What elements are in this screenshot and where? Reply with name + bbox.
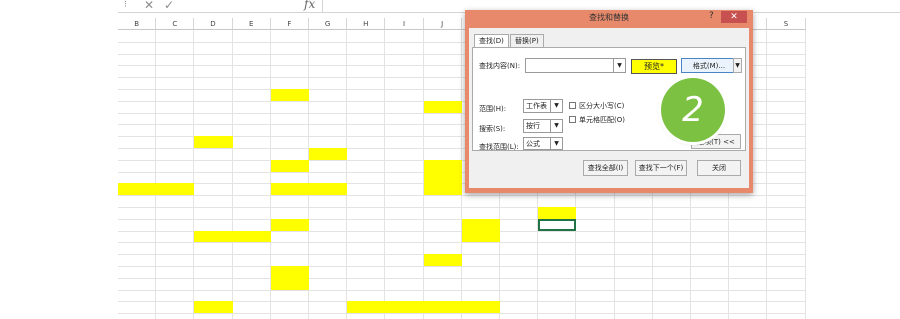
confirm-icon[interactable]: ✓ [164,0,174,12]
highlighted-cell[interactable] [423,254,462,266]
close-icon[interactable]: ✕ [721,11,747,23]
column-gridline [193,30,195,319]
find-what-label: 查找内容(N): [479,62,521,70]
row-gridline [118,289,806,291]
column-header-j[interactable]: J [423,18,462,30]
highlighted-cell[interactable] [194,301,233,314]
highlighted-cell[interactable] [538,207,577,219]
column-gridline [155,30,157,319]
tab-replace[interactable]: 替换(P) [510,34,544,47]
match-case-checkbox[interactable] [569,102,576,109]
highlighted-cell[interactable] [309,148,348,160]
column-gridline [384,30,386,319]
match-case-label: 区分大小写(C) [579,102,625,110]
scope-label: 范围(H): [479,105,507,113]
highlighted-cell[interactable] [270,89,309,101]
highlighted-cell[interactable] [270,266,309,290]
column-gridline [804,30,806,319]
column-header-e[interactable]: E [232,18,271,30]
find-what-input[interactable]: ▼ [525,58,626,73]
cancel-icon[interactable]: ✕ [144,0,154,12]
close-button[interactable]: 关闭 [697,160,741,176]
formula-bar-separator [322,0,323,12]
column-header-h[interactable]: H [347,18,386,30]
row-gridline [118,242,806,244]
highlighted-cell[interactable] [423,183,462,196]
format-dropdown-icon[interactable]: ▼ [733,58,742,73]
step-number-badge: 2 [661,78,725,142]
look-in-label: 查找范围(L): [479,143,519,151]
column-header-c[interactable]: C [156,18,195,30]
find-next-button[interactable]: 查找下一个(F) [635,160,687,176]
row-gridline [118,277,806,279]
row-gridline [118,195,806,197]
column-header-s[interactable]: S [767,18,806,30]
scope-select[interactable]: 工作表 ▼ [523,99,563,113]
format-preview: 预览* [631,59,677,74]
highlighted-cell[interactable] [270,159,309,172]
search-label: 搜索(S): [479,125,506,133]
row-gridline [118,313,806,315]
insert-function-icon[interactable]: fx [304,0,315,11]
column-gridline [231,30,233,319]
scope-value: 工作表 [526,102,547,110]
look-in-value: 公式 [526,140,540,148]
look-in-select[interactable]: 公式 ▼ [523,137,563,150]
highlighted-cell[interactable] [270,183,348,196]
column-header-b[interactable]: B [118,18,157,30]
column-gridline [766,30,768,319]
search-value: 按行 [526,122,540,130]
highlighted-cell[interactable] [194,136,233,148]
highlighted-cell[interactable] [194,230,271,243]
highlighted-cell[interactable] [347,301,500,314]
chevron-down-icon[interactable]: ▼ [550,100,562,112]
match-cell-label: 单元格匹配(O) [579,116,625,124]
format-button[interactable]: 格式(M)... [681,58,737,73]
row-gridline [118,254,806,256]
find-all-button[interactable]: 查找全部(I) [583,160,628,176]
highlighted-cell[interactable] [461,218,500,243]
highlighted-cell[interactable] [270,218,309,231]
chevron-down-icon[interactable]: ▼ [550,120,562,132]
tab-find[interactable]: 查找(D) [474,34,509,48]
selected-cell[interactable] [538,218,577,231]
column-header-f[interactable]: F [270,18,309,30]
chevron-down-icon[interactable]: ▼ [550,138,562,149]
column-header-g[interactable]: G [309,18,348,30]
highlighted-cell[interactable] [118,183,195,196]
more-icon[interactable]: ⁝ [124,0,127,10]
highlighted-cell[interactable] [423,100,462,113]
column-header-d[interactable]: D [194,18,233,30]
chevron-down-icon[interactable]: ▼ [613,59,625,72]
column-header-i[interactable]: I [385,18,424,30]
search-select[interactable]: 按行 ▼ [523,119,563,133]
column-gridline [346,30,348,319]
help-icon[interactable]: ? [709,11,714,21]
row-gridline [118,207,806,208]
highlighted-cell[interactable] [423,171,462,184]
match-cell-checkbox[interactable] [569,116,576,123]
highlighted-cell[interactable] [423,159,462,172]
row-gridline [118,266,806,267]
format-button-label: 格式(M)... [692,62,726,70]
